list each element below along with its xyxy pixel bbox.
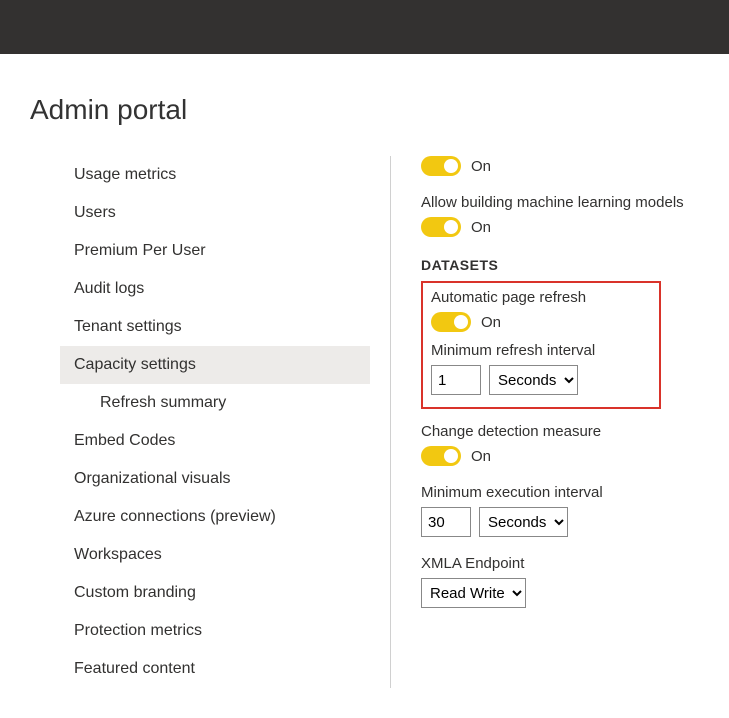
sidebar-item-premium-per-user[interactable]: Premium Per User	[60, 232, 370, 270]
sidebar-item-organizational-visuals[interactable]: Organizational visuals	[60, 460, 370, 498]
min-refresh-interval-label: Minimum refresh interval	[431, 342, 651, 359]
vertical-divider	[390, 156, 391, 688]
min-refresh-interval-unit[interactable]: Seconds	[489, 365, 578, 395]
sidebar-item-users[interactable]: Users	[60, 194, 370, 232]
toggle-auto-page-refresh[interactable]	[431, 312, 471, 332]
min-refresh-interval-input[interactable]	[431, 365, 481, 395]
toggle-state-label: On	[471, 158, 491, 175]
sidebar: Usage metrics Users Premium Per User Aud…	[30, 156, 370, 688]
sidebar-item-usage-metrics[interactable]: Usage metrics	[60, 156, 370, 194]
sidebar-item-workspaces[interactable]: Workspaces	[60, 536, 370, 574]
sidebar-item-tenant-settings[interactable]: Tenant settings	[60, 308, 370, 346]
auto-page-refresh-label: Automatic page refresh	[431, 289, 651, 306]
automatic-page-refresh-highlight: Automatic page refresh On Minimum refres…	[421, 281, 661, 409]
toggle-state-label: On	[471, 219, 491, 236]
sidebar-item-embed-codes[interactable]: Embed Codes	[60, 422, 370, 460]
min-execution-interval-input[interactable]	[421, 507, 471, 537]
change-detection-label: Change detection measure	[421, 423, 699, 440]
toggle-unknown-top[interactable]	[421, 156, 461, 176]
xmla-endpoint-select[interactable]: Read Write	[421, 578, 526, 608]
datasets-section-header: DATASETS	[421, 257, 699, 273]
sidebar-item-audit-logs[interactable]: Audit logs	[60, 270, 370, 308]
sidebar-item-azure-connections[interactable]: Azure connections (preview)	[60, 498, 370, 536]
content-panel: On Allow building machine learning model…	[421, 156, 729, 688]
min-execution-interval-label: Minimum execution interval	[421, 484, 699, 501]
sidebar-item-refresh-summary[interactable]: Refresh summary	[60, 384, 370, 422]
toggle-change-detection[interactable]	[421, 446, 461, 466]
sidebar-item-custom-branding[interactable]: Custom branding	[60, 574, 370, 612]
sidebar-item-protection-metrics[interactable]: Protection metrics	[60, 612, 370, 650]
top-bar	[0, 0, 729, 54]
toggle-state-label: On	[481, 314, 501, 331]
xmla-endpoint-label: XMLA Endpoint	[421, 555, 699, 572]
toggle-state-label: On	[471, 448, 491, 465]
sidebar-item-capacity-settings[interactable]: Capacity settings	[60, 346, 370, 384]
toggle-ml-models[interactable]	[421, 217, 461, 237]
page-title: Admin portal	[30, 94, 729, 126]
sidebar-item-featured-content[interactable]: Featured content	[60, 650, 370, 688]
ml-models-label: Allow building machine learning models	[421, 194, 699, 211]
min-execution-interval-unit[interactable]: Seconds	[479, 507, 568, 537]
